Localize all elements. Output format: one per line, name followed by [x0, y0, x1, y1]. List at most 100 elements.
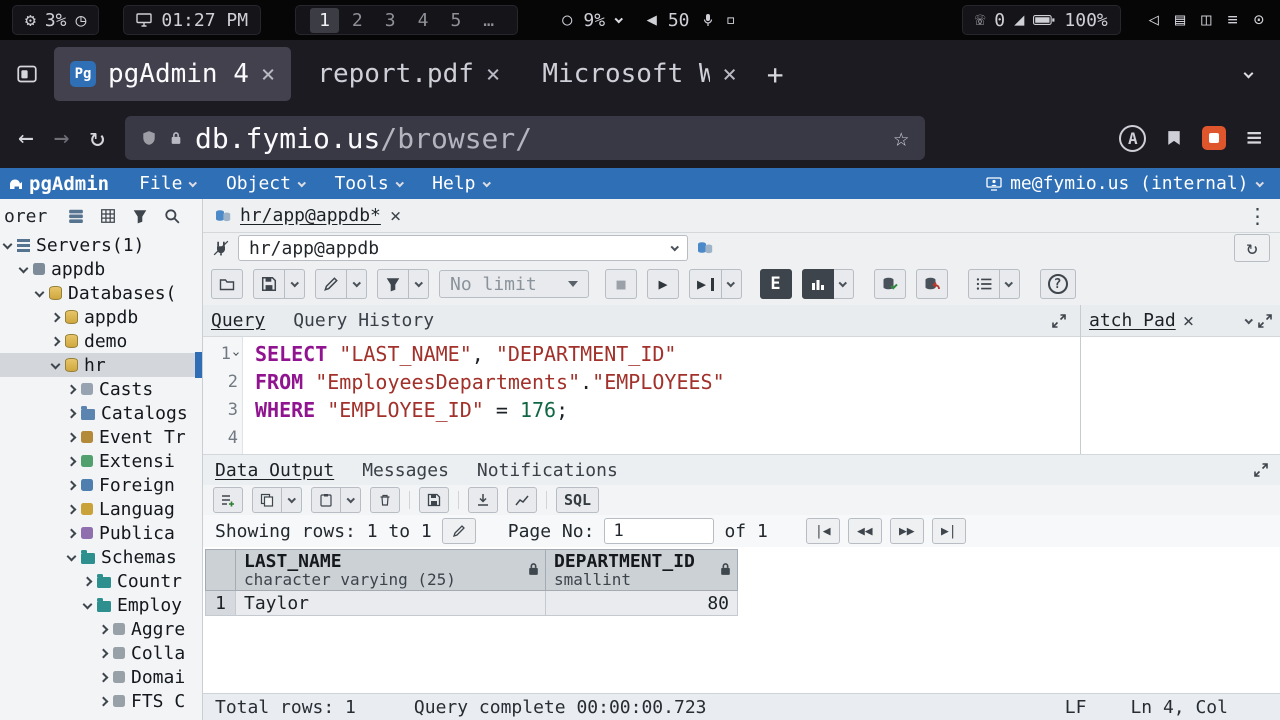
prev-page-button[interactable]: ◀◀: [848, 518, 882, 544]
tree-expander-icon[interactable]: [67, 456, 77, 466]
tree-expander-icon[interactable]: [99, 648, 109, 658]
save-page-icon[interactable]: [1166, 130, 1182, 146]
workspace-…[interactable]: …: [474, 8, 503, 33]
workspace-3[interactable]: 3: [376, 8, 405, 33]
data-row[interactable]: 1Taylor80: [206, 591, 738, 616]
forward-button[interactable]: →: [54, 123, 70, 153]
tree-expander-icon[interactable]: [51, 359, 61, 369]
tree-expander-icon[interactable]: [67, 408, 77, 418]
tree-expander-icon[interactable]: [83, 599, 93, 609]
copy-dropdown[interactable]: [282, 487, 302, 513]
row-number-cell[interactable]: 1: [206, 591, 236, 616]
apps-icon[interactable]: ▤: [1175, 10, 1185, 30]
querytool-tab[interactable]: hr/app@appdb* ×: [215, 205, 401, 227]
tree-expander-icon[interactable]: [3, 239, 13, 249]
browser-tab-report[interactable]: report.pdf ×: [301, 47, 516, 101]
commit-button[interactable]: [874, 269, 906, 299]
workspace-5[interactable]: 5: [441, 8, 470, 33]
tab-query[interactable]: Query: [211, 310, 265, 331]
page-number-input[interactable]: [604, 518, 714, 544]
new-tab-button[interactable]: +: [767, 58, 784, 91]
menu-help[interactable]: Help: [432, 173, 489, 194]
tree-expander-icon[interactable]: [67, 528, 77, 538]
row-limit-select[interactable]: No limit: [439, 270, 589, 298]
tab-notifications[interactable]: Notifications: [477, 460, 618, 481]
window-icon[interactable]: ◫: [1201, 10, 1211, 30]
execute-button[interactable]: ▶: [647, 269, 679, 299]
macros-button[interactable]: [968, 269, 1000, 299]
grid-view-icon[interactable]: [100, 208, 116, 224]
menu-tools[interactable]: Tools: [334, 173, 402, 194]
tree-item-colla[interactable]: Colla: [0, 641, 202, 665]
workspace-1[interactable]: 1: [310, 8, 339, 33]
tree-expander-icon[interactable]: [99, 672, 109, 682]
tree-expander-icon[interactable]: [99, 624, 109, 634]
column-header-department_id[interactable]: DEPARTMENT_IDsmallint: [546, 550, 738, 591]
tab-overflow-chevron[interactable]: [1244, 68, 1254, 78]
tree-item-casts[interactable]: Casts: [0, 377, 202, 401]
first-page-button[interactable]: |◀: [806, 518, 840, 544]
close-scratchpad-icon[interactable]: ×: [1183, 310, 1194, 332]
workspace-2[interactable]: 2: [343, 8, 372, 33]
expand-editor-icon[interactable]: [1052, 314, 1066, 328]
edit-button[interactable]: [315, 269, 347, 299]
menu-file[interactable]: File: [139, 173, 196, 194]
paste-button[interactable]: [311, 487, 341, 513]
show-sql-button[interactable]: SQL: [556, 487, 599, 513]
tree-expander-icon[interactable]: [67, 504, 77, 514]
tree-item-foreign[interactable]: Foreign: [0, 473, 202, 497]
tree-expander-icon[interactable]: [51, 312, 61, 322]
next-page-button[interactable]: ▶▶: [890, 518, 924, 544]
sql-editor[interactable]: 1234 SELECT "LAST_NAME", "DEPARTMENT_ID"…: [203, 337, 1080, 454]
reset-layout-button[interactable]: ↻: [1234, 234, 1270, 262]
stop-button[interactable]: ■: [605, 269, 637, 299]
macros-dropdown[interactable]: [1000, 269, 1020, 299]
bookmark-star-icon[interactable]: ☆: [893, 123, 909, 153]
tree-item-databases-[interactable]: Databases(: [0, 281, 202, 305]
tree-item-hr[interactable]: hr: [0, 353, 202, 377]
eol-indicator[interactable]: LF: [1065, 697, 1087, 718]
tree-item-demo[interactable]: demo: [0, 329, 202, 353]
tree-expander-icon[interactable]: [67, 551, 77, 561]
address-bar[interactable]: db.fymio.us/browser/ ☆: [125, 116, 925, 160]
tree-expander-icon[interactable]: [67, 480, 77, 490]
help-button[interactable]: ?: [1040, 269, 1076, 299]
tree-expander-icon[interactable]: [67, 384, 77, 394]
user-menu[interactable]: me@fymio.us (internal): [986, 173, 1262, 194]
tree-item-aggre[interactable]: Aggre: [0, 617, 202, 641]
paste-dropdown[interactable]: [341, 487, 361, 513]
add-row-button[interactable]: [213, 487, 243, 513]
edit-range-button[interactable]: [442, 518, 476, 544]
last-page-button[interactable]: ▶|: [932, 518, 966, 544]
workspace-4[interactable]: 4: [409, 8, 438, 33]
close-tab-icon[interactable]: ×: [722, 60, 736, 88]
rollback-button[interactable]: [916, 269, 948, 299]
power-icon[interactable]: ⊙: [1254, 10, 1264, 30]
tree-item-employ[interactable]: Employ: [0, 593, 202, 617]
browser-tab-word[interactable]: Microsoft Wo ×: [526, 47, 752, 101]
browser-tab-pgadmin[interactable]: Pg pgAdmin 4 ×: [54, 47, 291, 101]
reload-button[interactable]: ↻: [89, 123, 105, 153]
tree-item-schemas[interactable]: Schemas: [0, 545, 202, 569]
tree-item-event-tr[interactable]: Event Tr: [0, 425, 202, 449]
tree-item-domai[interactable]: Domai: [0, 665, 202, 689]
new-connection-icon[interactable]: [697, 240, 713, 256]
copy-button[interactable]: [252, 487, 282, 513]
filter-options-dropdown[interactable]: [409, 269, 429, 299]
close-tab-icon[interactable]: ×: [486, 60, 500, 88]
tracking-shield-icon[interactable]: [141, 130, 157, 146]
tree-item-appdb[interactable]: appdb: [0, 257, 202, 281]
explain-button[interactable]: E: [760, 269, 792, 299]
speaker-icon[interactable]: ◁: [1149, 10, 1159, 30]
tab-query-history[interactable]: Query History: [293, 310, 434, 331]
open-file-button[interactable]: [211, 269, 243, 299]
tab-data-output[interactable]: Data Output: [215, 460, 334, 481]
explain-analyze-button[interactable]: [802, 269, 834, 299]
execute-dropdown[interactable]: [722, 269, 742, 299]
download-csv-button[interactable]: [468, 487, 498, 513]
filter-icon[interactable]: [132, 208, 148, 224]
back-button[interactable]: ←: [18, 123, 34, 153]
data-cell[interactable]: Taylor: [236, 591, 546, 616]
tree-item-publica[interactable]: Publica: [0, 521, 202, 545]
sql-code[interactable]: SELECT "LAST_NAME", "DEPARTMENT_ID"FROM …: [243, 337, 1080, 454]
